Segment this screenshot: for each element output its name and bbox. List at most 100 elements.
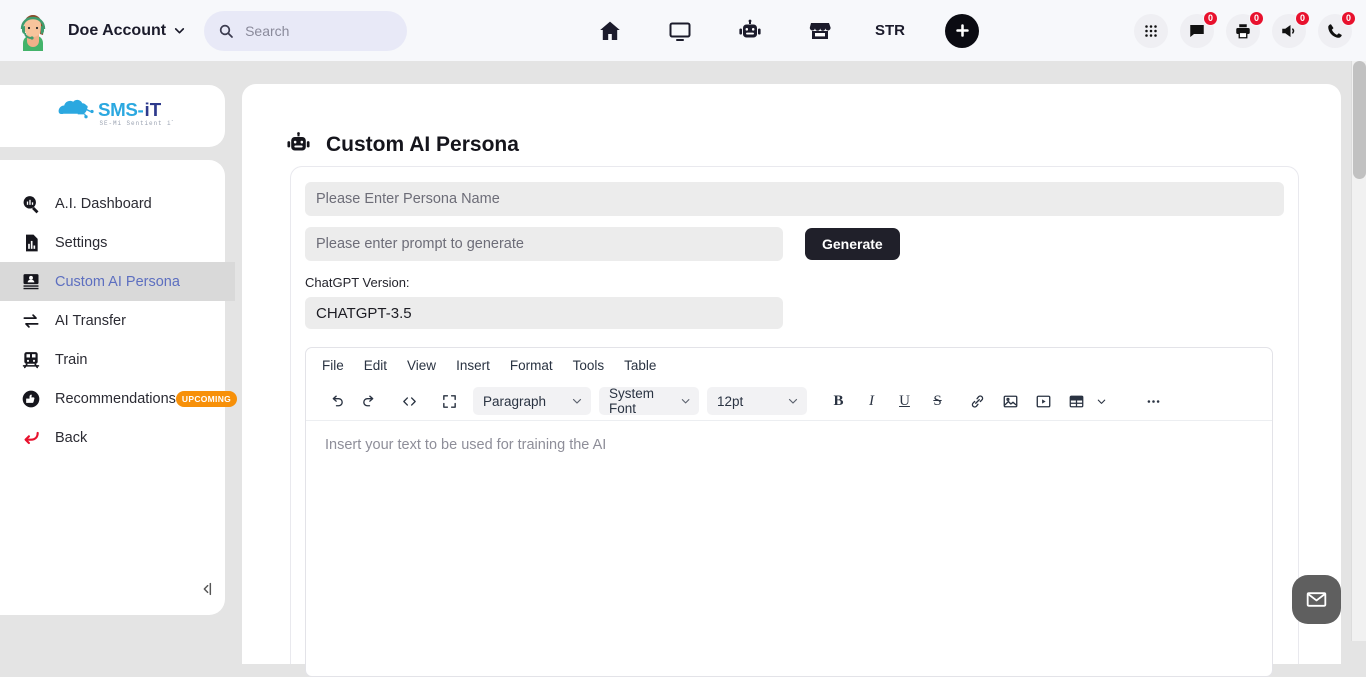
sidebar-navigation: A.I. Dashboard Settings Custom AI Person…: [0, 160, 225, 615]
store-icon: [808, 19, 832, 43]
transfer-arrows-icon: [20, 310, 42, 332]
chevron-down-icon[interactable]: [173, 24, 186, 37]
font-size-select[interactable]: 12pt: [707, 387, 807, 415]
table-dropdown-button[interactable]: [1093, 386, 1109, 416]
messages-button[interactable]: 0: [1180, 14, 1214, 48]
apps-grid-button[interactable]: [1134, 14, 1168, 48]
table-icon: [1068, 393, 1085, 410]
sms-it-logo-icon: SMS- iT SE-Mi Sentient iT: [53, 93, 173, 139]
source-code-button[interactable]: [393, 386, 426, 416]
monitor-icon: [668, 19, 692, 43]
search-input[interactable]: Search: [204, 11, 407, 51]
menu-table[interactable]: Table: [624, 358, 656, 373]
sidebar-logo[interactable]: SMS- iT SE-Mi Sentient iT: [0, 85, 225, 147]
prompt-row: Please enter prompt to generate Generate: [305, 227, 1284, 261]
redo-icon: [361, 393, 378, 410]
add-new-button[interactable]: [945, 14, 979, 48]
campaigns-button[interactable]: 0: [1272, 14, 1306, 48]
nav-ai-robot-button[interactable]: [715, 0, 785, 61]
chatgpt-version-select[interactable]: CHATGPT-3.5: [305, 297, 783, 329]
block-format-select[interactable]: Paragraph: [473, 387, 591, 415]
plus-icon: [954, 22, 971, 39]
chevron-down-icon: [787, 395, 799, 407]
editor-content-area[interactable]: Insert your text to be used for training…: [306, 421, 1272, 453]
upcoming-badge: UPCOMING: [176, 391, 237, 407]
chatgpt-version-label: ChatGPT Version:: [305, 275, 1284, 290]
main-content-card: Custom AI Persona Please Enter Persona N…: [242, 84, 1341, 664]
search-icon: [218, 23, 234, 39]
prompt-input[interactable]: Please enter prompt to generate: [305, 227, 783, 261]
phone-icon: [1326, 22, 1344, 40]
persona-name-input[interactable]: Please Enter Persona Name: [305, 182, 1284, 216]
search-placeholder: Search: [245, 23, 289, 39]
insert-table-button[interactable]: [1060, 386, 1093, 416]
nav-store-button[interactable]: [785, 0, 855, 61]
insert-image-button[interactable]: [994, 386, 1027, 416]
undo-icon: [328, 393, 345, 410]
strikethrough-button[interactable]: S: [921, 386, 954, 416]
bold-button[interactable]: B: [822, 386, 855, 416]
menu-edit[interactable]: Edit: [364, 358, 387, 373]
generate-button[interactable]: Generate: [805, 228, 900, 260]
prompt-placeholder: Please enter prompt to generate: [316, 236, 524, 252]
more-options-button[interactable]: [1137, 386, 1170, 416]
persona-name-placeholder: Please Enter Persona Name: [316, 191, 500, 207]
avatar[interactable]: [10, 8, 56, 54]
sidebar-item-custom-ai-persona[interactable]: Custom AI Persona: [0, 262, 235, 301]
italic-button[interactable]: I: [855, 386, 888, 416]
center-navigation: STR: [575, 0, 979, 61]
persona-form-card: Please Enter Persona Name Please enter p…: [290, 166, 1299, 664]
grid-dots-icon: [1142, 22, 1160, 40]
nav-desktop-button[interactable]: [645, 0, 715, 61]
sidebar-item-label: Recommendations: [55, 391, 176, 407]
logo-tagline: SE-Mi Sentient iT: [99, 120, 173, 127]
undo-button[interactable]: [320, 386, 353, 416]
report-settings-icon: [20, 232, 42, 254]
calls-badge: 0: [1341, 11, 1356, 26]
menu-format[interactable]: Format: [510, 358, 553, 373]
campaigns-badge: 0: [1295, 11, 1310, 26]
fullscreen-button[interactable]: [433, 386, 466, 416]
megaphone-icon: [1280, 22, 1298, 40]
menu-file[interactable]: File: [322, 358, 344, 373]
block-format-value: Paragraph: [483, 394, 546, 409]
sidebar-item-ai-transfer[interactable]: AI Transfer: [0, 301, 225, 340]
menu-tools[interactable]: Tools: [573, 358, 605, 373]
font-family-select[interactable]: System Font: [599, 387, 699, 415]
user-avatar-headset-icon: [11, 9, 55, 53]
scrollbar-thumb[interactable]: [1353, 61, 1366, 179]
printer-icon: [1234, 22, 1252, 40]
top-navigation-bar: Doe Account Search: [0, 0, 1366, 61]
page-header: Custom AI Persona: [286, 132, 1341, 157]
chat-bubble-icon: [1188, 22, 1206, 40]
mail-floating-button[interactable]: [1292, 575, 1341, 624]
sidebar-item-recommendations[interactable]: Recommendations UPCOMING: [0, 379, 225, 418]
sidebar-item-back[interactable]: Back: [0, 418, 225, 457]
account-name[interactable]: Doe Account: [68, 22, 166, 40]
more-options-icon: [1145, 393, 1162, 410]
underline-button[interactable]: U: [888, 386, 921, 416]
chevron-down-icon: [680, 395, 691, 407]
thumbs-up-icon: [20, 388, 42, 410]
menu-view[interactable]: View: [407, 358, 436, 373]
sidebar-item-ai-dashboard[interactable]: A.I. Dashboard: [0, 184, 225, 223]
home-icon: [598, 19, 622, 43]
nav-home-button[interactable]: [575, 0, 645, 61]
right-navigation: 0 0 0 0: [1134, 0, 1352, 61]
image-icon: [1002, 393, 1019, 410]
page-scrollbar[interactable]: [1351, 61, 1366, 641]
nav-str-button[interactable]: STR: [855, 0, 925, 61]
insert-link-button[interactable]: [961, 386, 994, 416]
sidebar-item-label: Settings: [55, 235, 107, 251]
calls-button[interactable]: 0: [1318, 14, 1352, 48]
insert-media-button[interactable]: [1027, 386, 1060, 416]
collapse-sidebar-icon: [199, 581, 215, 597]
collapse-sidebar-button[interactable]: [196, 578, 218, 600]
sidebar-item-train[interactable]: Train: [0, 340, 225, 379]
sidebar-item-label: Back: [55, 430, 87, 446]
redo-button[interactable]: [353, 386, 386, 416]
fullscreen-icon: [441, 393, 458, 410]
sidebar-item-settings[interactable]: Settings: [0, 223, 225, 262]
menu-insert[interactable]: Insert: [456, 358, 490, 373]
fax-button[interactable]: 0: [1226, 14, 1260, 48]
